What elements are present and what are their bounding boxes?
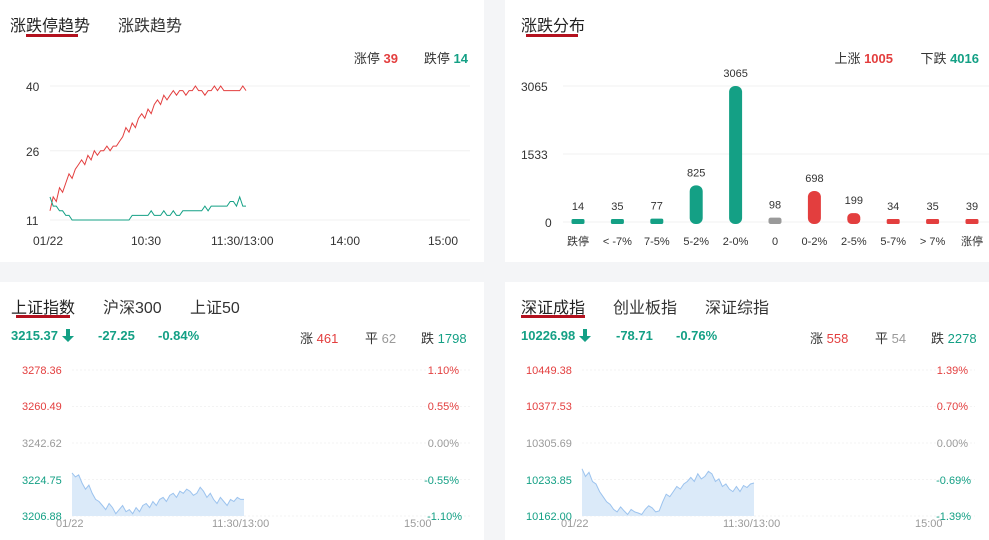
left-tick-2: 3260.49	[22, 401, 62, 413]
x-tick-close: 15:00	[915, 518, 943, 530]
bar-category-label: 5-2%	[683, 236, 709, 248]
bar	[965, 219, 979, 224]
bar-value-label: 825	[687, 167, 705, 179]
bar-category-label: 2-0%	[723, 236, 749, 248]
left-tick-3: 10305.69	[526, 438, 572, 450]
distribution-panel: 涨跌分布 上涨 1005 下跌 4016 3065 1533 0 14 跌停 35 <…	[505, 0, 989, 262]
bar-value-label: 14	[572, 201, 584, 213]
y-tick-max: 3065	[521, 80, 548, 94]
sz-index-panel: 深证成指 创业板指 深证综指 10226.98 -78.71 -0.76% 涨 …	[505, 282, 989, 540]
bar-category-label: 0	[772, 236, 778, 248]
bar-category-label: 2-5%	[841, 236, 867, 248]
bar-value-label: 3065	[723, 68, 747, 80]
bar	[689, 185, 703, 224]
limit-up-line	[49, 85, 247, 211]
left-tick-4: 10233.85	[526, 475, 572, 487]
right-tick-4: -0.55%	[424, 475, 459, 487]
sz-price-area	[582, 468, 754, 516]
right-tick-3: 0.00%	[428, 438, 459, 450]
distribution-chart: 3065 1533 0 14 跌停 35 < -7% 77 7-5% 825 5-2% 3065…	[521, 68, 989, 248]
right-tick-2: 0.70%	[937, 401, 968, 413]
right-tick-2: 0.55%	[428, 401, 459, 413]
bar	[571, 219, 585, 224]
x-tick-1400: 14:00	[330, 234, 360, 248]
limit-down-line	[49, 195, 246, 221]
left-tick-1: 3278.36	[22, 365, 62, 377]
bar-category-label: 0-2%	[802, 236, 828, 248]
sh-index-chart: 3278.36 3260.49 3242.62 3224.75 3206.88 …	[22, 365, 470, 530]
bar-value-label: 698	[805, 173, 823, 185]
sh-index-panel: 上证指数 沪深300 上证50 3215.37 -27.25 -0.84% 涨 …	[0, 282, 484, 540]
bar-category-label: < -7%	[603, 236, 632, 248]
right-tick-4: -0.69%	[936, 475, 971, 487]
bar-value-label: 35	[926, 201, 938, 213]
x-tick-close: 15:00	[428, 234, 458, 248]
bar-category-label: 7-5%	[644, 236, 670, 248]
y-tick-26: 26	[26, 145, 40, 159]
left-tick-2: 10377.53	[526, 401, 572, 413]
x-tick-open: 01/22	[561, 518, 589, 530]
y-tick-11: 11	[26, 214, 39, 228]
left-tick-3: 3242.62	[22, 438, 62, 450]
bar	[768, 217, 782, 224]
limit-trend-chart: 40 26 11 01/22 10:30 11:30/13:00 14:00 1…	[26, 80, 470, 248]
x-tick-1030: 10:30	[131, 234, 161, 248]
y-tick-40: 40	[26, 80, 40, 94]
bar	[729, 86, 743, 224]
x-tick-midday: 11:30/13:00	[723, 518, 780, 530]
sz-index-chart: 10449.38 10377.53 10305.69 10233.85 1016…	[526, 365, 975, 530]
bar-category-label: > 7%	[920, 236, 946, 248]
bar-value-label: 98	[769, 200, 781, 212]
x-tick-midday: 11:30/13:00	[212, 518, 269, 530]
bar-category-label: 跌停	[567, 234, 589, 248]
bar	[610, 219, 624, 224]
bar	[807, 191, 821, 224]
bar	[926, 219, 940, 224]
bar	[650, 218, 664, 224]
bar-value-label: 35	[611, 201, 623, 213]
left-tick-1: 10449.38	[526, 365, 572, 377]
bar-value-label: 77	[651, 201, 663, 213]
bar-category-label: 5-7%	[880, 236, 906, 248]
y-tick-mid: 1533	[521, 148, 548, 162]
x-tick-open: 01/22	[33, 234, 63, 248]
left-tick-4: 3224.75	[22, 475, 62, 487]
y-tick-zero: 0	[545, 216, 552, 230]
bar-category-label: 涨停	[961, 234, 983, 248]
limit-trend-panel: 涨跌停趋势 涨跌趋势 涨停 39 跌停 14 40 26 11 01/22 10…	[0, 0, 484, 262]
bar	[886, 219, 900, 224]
right-tick-1: 1.39%	[937, 365, 968, 377]
x-tick-close: 15:00	[404, 518, 432, 530]
right-tick-1: 1.10%	[428, 365, 459, 377]
right-tick-3: 0.00%	[937, 438, 968, 450]
bar-value-label: 39	[966, 201, 978, 213]
bar	[847, 213, 861, 224]
x-tick-open: 01/22	[56, 518, 84, 530]
bar-value-label: 199	[845, 195, 863, 207]
bar-value-label: 34	[887, 201, 899, 213]
right-tick-5: -1.10%	[427, 511, 462, 523]
x-tick-midday: 11:30/13:00	[211, 234, 274, 248]
